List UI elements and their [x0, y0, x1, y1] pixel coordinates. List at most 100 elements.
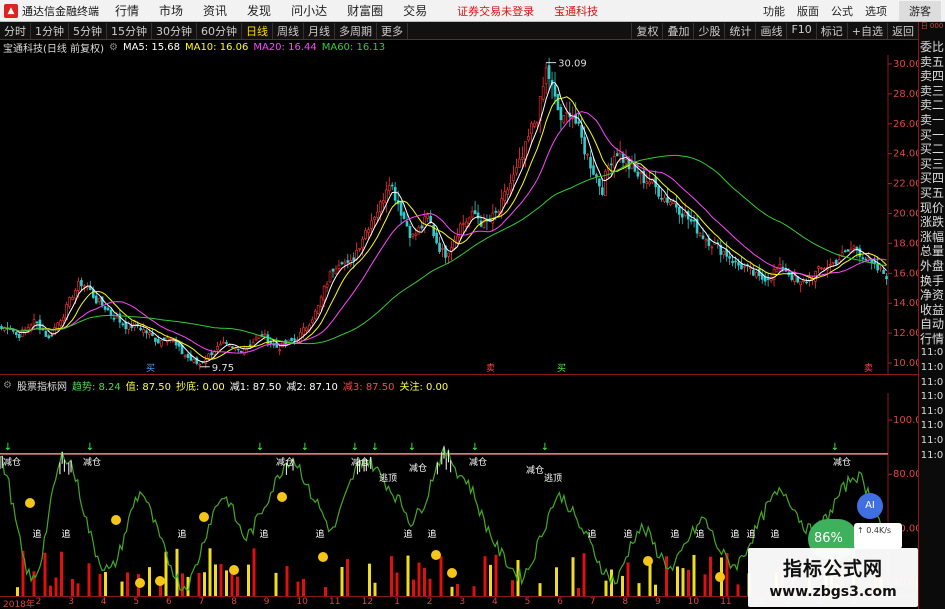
candle-body — [228, 344, 231, 347]
candle-body — [165, 337, 169, 343]
side-item[interactable]: 现价 — [919, 201, 945, 216]
candle-body — [497, 211, 501, 213]
candle-body — [302, 327, 305, 335]
period-monthly[interactable]: 月线 — [304, 22, 335, 39]
menu-layout[interactable]: 版面 — [797, 3, 819, 19]
signal-bar — [252, 548, 256, 596]
date-tick-label: 4 — [492, 597, 498, 607]
indicator-tick-label: 80.00 — [893, 469, 918, 480]
side-item[interactable]: 卖三 — [919, 84, 945, 99]
candle-body — [580, 125, 583, 138]
side-item[interactable]: 买二 — [919, 142, 945, 157]
side-item[interactable]: 外盘 — [919, 259, 945, 274]
candle-body — [639, 172, 643, 175]
chart-title: 宝通科技(日线 前复权) — [3, 44, 104, 55]
candle-body — [352, 257, 356, 261]
date-tick-label: 9 — [655, 597, 661, 607]
side-item[interactable]: 收益 — [919, 303, 945, 318]
menu-formula[interactable]: 公式 — [831, 3, 853, 19]
tool-statistics[interactable]: 统计 — [724, 22, 755, 39]
period-intraday[interactable]: 分时 — [0, 22, 31, 39]
period-15min[interactable]: 15分钟 — [107, 22, 152, 39]
period-30min[interactable]: 30分钟 — [152, 22, 197, 39]
date-tick-label: 2018年 — [3, 600, 35, 609]
candle-body — [426, 214, 430, 219]
price-tick-label: 14.00 — [893, 298, 918, 309]
watermark-url: www.zbgs3.com — [769, 584, 897, 600]
candle-body — [420, 225, 424, 229]
menu-discover[interactable]: 发现 — [247, 2, 271, 19]
side-item[interactable]: 卖一 — [919, 113, 945, 128]
signal-bar — [489, 564, 492, 596]
ma5-value: MA5: 15.68 — [122, 42, 180, 53]
tool-mark[interactable]: 标记 — [815, 22, 847, 39]
side-item[interactable]: 买四 — [919, 171, 945, 186]
low-price-label: 9.75 — [212, 363, 234, 374]
signal-bar — [197, 572, 201, 596]
candle-body — [518, 158, 521, 168]
side-item[interactable]: 涨跌 — [919, 215, 945, 230]
candle-body — [689, 219, 693, 222]
menu-function[interactable]: 功能 — [763, 3, 785, 19]
candle-body — [299, 332, 302, 343]
candle-body — [743, 265, 746, 268]
side-item[interactable]: 涨幅 — [919, 230, 945, 245]
menu-options[interactable]: 选项 — [865, 3, 887, 19]
side-item[interactable]: 卖五 — [919, 55, 945, 70]
signal-bar — [225, 570, 228, 596]
date-tick-label: 3 — [459, 597, 466, 607]
menu-market[interactable]: 市场 — [159, 2, 183, 19]
tool-fewer-stocks[interactable]: 少股 — [693, 22, 724, 39]
period-weekly[interactable]: 周线 — [273, 22, 304, 39]
tool-restore-rights[interactable]: 复权 — [631, 22, 662, 39]
side-item[interactable]: 买三 — [919, 157, 945, 172]
side-item[interactable]: 委比 — [919, 40, 945, 55]
candle-body — [574, 114, 578, 124]
signal-bar — [676, 566, 679, 596]
date-tick-label: 5 — [524, 597, 531, 607]
menu-news[interactable]: 资讯 — [203, 2, 227, 19]
candle-body — [672, 201, 675, 204]
period-60min[interactable]: 60分钟 — [197, 22, 242, 39]
candle-body — [154, 337, 157, 342]
tool-back[interactable]: 返回 — [887, 22, 918, 39]
side-item[interactable]: 自动 — [919, 317, 945, 332]
period-5min[interactable]: 5分钟 — [69, 22, 107, 39]
side-item[interactable]: 换手 — [919, 274, 945, 289]
side-item[interactable]: 买五 — [919, 186, 945, 201]
menu-quote[interactable]: 行情 — [115, 2, 139, 19]
period-1min[interactable]: 1分钟 — [31, 22, 69, 39]
signal-bar — [247, 564, 250, 596]
side-item[interactable]: 行情 — [919, 332, 945, 347]
settings-gear-icon[interactable]: ⚙ — [109, 42, 118, 53]
side-item[interactable]: 净资 — [919, 288, 945, 303]
period-more[interactable]: 更多 — [377, 22, 408, 39]
candle-body — [861, 257, 865, 260]
side-item[interactable]: 买一 — [919, 128, 945, 143]
tool-f10[interactable]: F10 — [786, 22, 815, 39]
indicator-gear-icon[interactable]: ⚙ — [3, 380, 12, 391]
candle-body — [393, 186, 397, 201]
tool-add-watchlist[interactable]: +自选 — [846, 22, 887, 39]
candle-body — [269, 341, 273, 344]
side-item[interactable]: 卖四 — [919, 69, 945, 84]
ai-assistant-button[interactable]: AI — [857, 493, 883, 519]
menu-wealth[interactable]: 财富圈 — [347, 2, 383, 19]
period-multi[interactable]: 多周期 — [335, 22, 377, 39]
signal-bar — [181, 573, 184, 596]
tool-draw-line[interactable]: 画线 — [755, 22, 786, 39]
period-daily[interactable]: 日线 — [242, 22, 273, 39]
menu-ask[interactable]: 问小达 — [291, 2, 327, 19]
candle-body — [236, 348, 240, 351]
side-item[interactable]: 卖二 — [919, 98, 945, 113]
price-chart[interactable]: 30.00 28.00 26.00 24.00 22.00 20.00 18.00 16.00… — [0, 55, 918, 375]
candle-body — [512, 174, 515, 181]
date-tick-label: 1 — [394, 597, 400, 607]
candle-body — [577, 121, 580, 124]
current-stock-name: 宝通科技 — [554, 4, 599, 18]
trade-login-warning[interactable]: 证券交易未登录 — [457, 3, 534, 19]
menu-trade[interactable]: 交易 — [403, 2, 427, 19]
side-item[interactable]: 总量 — [919, 244, 945, 259]
tool-overlay[interactable]: 叠加 — [662, 22, 693, 39]
guest-button[interactable]: 游客 — [899, 0, 941, 21]
